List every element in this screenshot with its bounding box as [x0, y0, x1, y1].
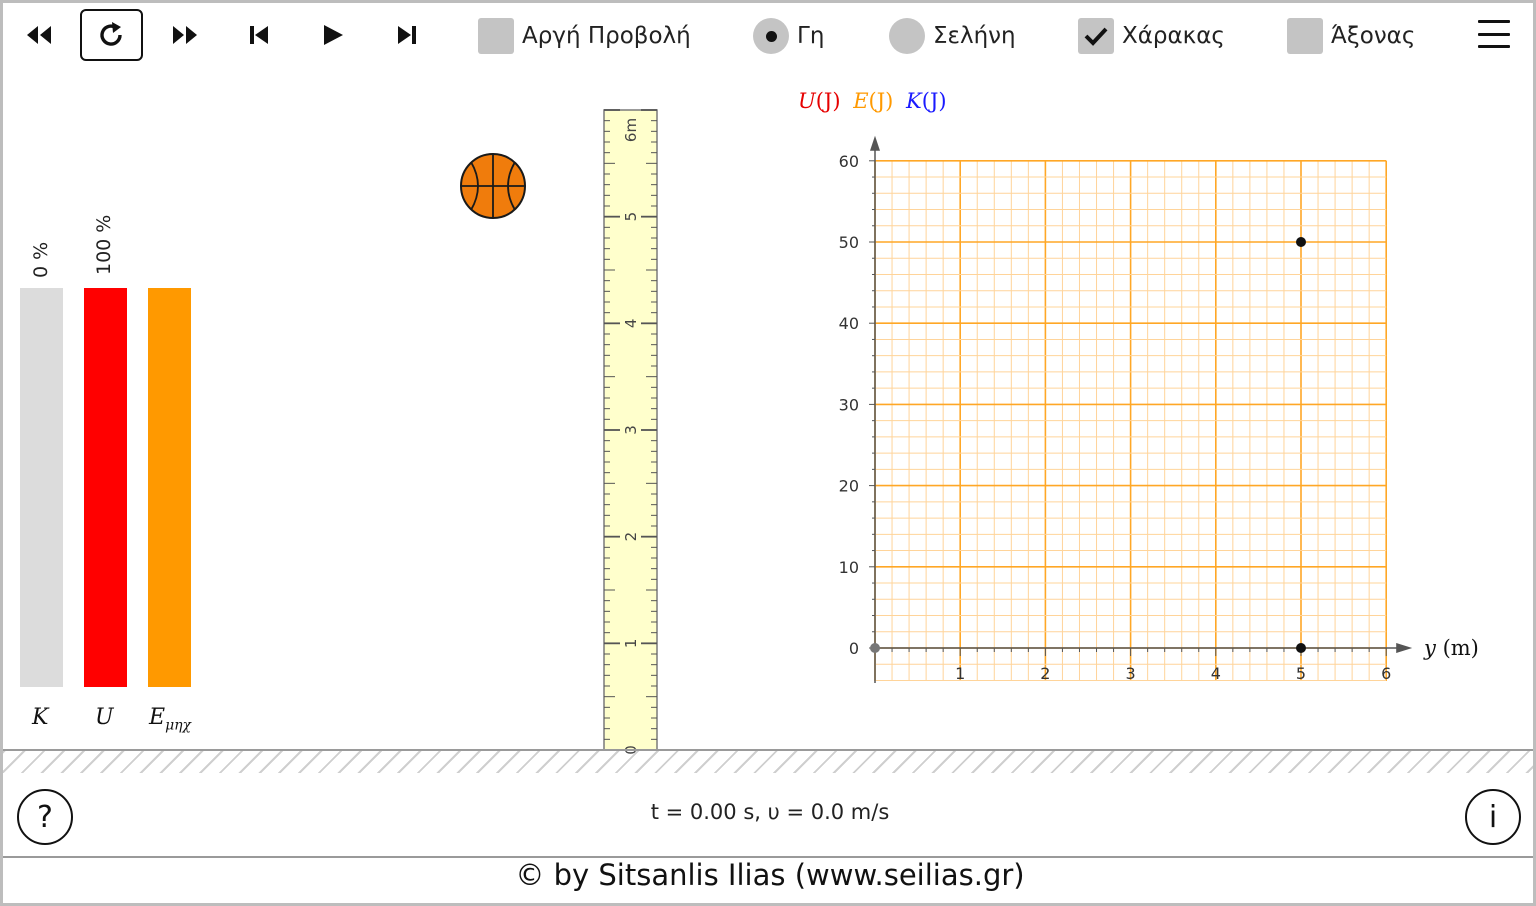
fast-forward-button[interactable]: [154, 10, 216, 60]
legend-k: K(J): [906, 89, 947, 113]
data-point: [1296, 643, 1306, 653]
moon-label: Σελήνη: [933, 23, 1016, 49]
mechanical-energy-bar: [148, 288, 191, 687]
x-axis-label: y (m): [1423, 636, 1479, 660]
rewind-button[interactable]: [8, 10, 70, 60]
kinetic-energy-bar: [20, 288, 63, 687]
y-axis-arrow-icon: [870, 135, 880, 151]
chart-legend: U(J) E(J) K(J): [798, 89, 947, 113]
rewind-icon: [27, 26, 51, 44]
moon-radio-circle: [889, 18, 925, 54]
ruler-label: Χάρακας: [1122, 23, 1225, 49]
potential-percent: 100 %: [93, 214, 115, 275]
x-tick-label: 2: [1040, 664, 1050, 683]
status-readout: t = 0.00 s, υ = 0.0 m/s: [650, 800, 890, 824]
basketball-icon[interactable]: [459, 152, 527, 220]
earth-radio-circle: [753, 18, 789, 54]
y-tick-label: 0: [849, 639, 859, 658]
y-tick-label: 10: [839, 558, 859, 577]
y-tick-label: 30: [839, 395, 859, 414]
moon-radio[interactable]: Σελήνη: [889, 17, 1016, 55]
x-tick-label: 3: [1126, 664, 1136, 683]
step-forward-icon: [398, 26, 416, 44]
potential-energy-bar: [84, 288, 127, 687]
y-tick-label: 50: [839, 233, 859, 252]
kinetic-label: K: [32, 705, 49, 730]
ruler-tick-label: 3: [622, 425, 640, 435]
ruler[interactable]: 0123456m: [600, 96, 662, 756]
step-forward-button[interactable]: [376, 10, 438, 60]
legend-e: E(J): [853, 89, 894, 113]
restart-button[interactable]: [80, 9, 143, 61]
x-tick-label: 4: [1211, 664, 1221, 683]
potential-label: U: [95, 705, 114, 730]
y-tick-label: 60: [839, 152, 859, 171]
help-button[interactable]: ?: [17, 789, 73, 845]
ground-hatch: [3, 751, 1533, 773]
slow-motion-label: Αργή Προβολή: [522, 23, 691, 49]
legend-u: U(J): [798, 89, 841, 113]
x-tick-label: 6: [1381, 664, 1391, 683]
earth-radio[interactable]: Γη: [753, 17, 824, 55]
x-axis-arrow-icon: [1396, 643, 1413, 653]
axes-box: [1287, 18, 1323, 54]
copyright: © by Sitsanlis Ilias (www.seilias.gr): [515, 858, 1025, 892]
ruler-checkbox[interactable]: Χάρακας: [1078, 17, 1225, 55]
fast-forward-icon: [173, 26, 197, 44]
checkmark-icon: [1084, 27, 1108, 46]
restart-icon: [99, 22, 122, 46]
axes-label: Άξονας: [1331, 23, 1416, 49]
data-point: [1296, 237, 1306, 247]
hamburger-menu-icon[interactable]: [1474, 14, 1514, 54]
mechanical-label: Eμηχ: [149, 705, 192, 734]
slow-motion-checkbox[interactable]: Αργή Προβολή: [478, 17, 691, 55]
ruler-tick-label: 1: [622, 639, 640, 649]
earth-label: Γη: [797, 23, 825, 49]
ruler-tick-label: 5: [622, 212, 640, 222]
ruler-tick-label: 4: [622, 319, 640, 329]
ruler-tick-label: 2: [622, 532, 640, 542]
play-icon: [324, 25, 343, 45]
ruler-tick-label: 6m: [622, 118, 640, 142]
y-tick-label: 20: [839, 477, 859, 496]
energy-chart: 0 10 20 30 40 50 60 1 2 3 4 5 6 y (m): [839, 135, 1479, 683]
step-back-icon: [250, 26, 268, 44]
kinetic-percent: 0 %: [30, 241, 52, 278]
step-back-button[interactable]: [228, 10, 290, 60]
x-tick-label: 5: [1296, 664, 1306, 683]
x-tick-label: 1: [955, 664, 965, 683]
play-button[interactable]: [302, 10, 364, 60]
ruler-box: [1078, 18, 1114, 54]
slow-motion-box: [478, 18, 514, 54]
axes-checkbox[interactable]: Άξονας: [1287, 17, 1415, 55]
info-button[interactable]: i: [1465, 789, 1521, 845]
y-tick-label: 40: [839, 314, 859, 333]
origin-marker: [870, 643, 880, 653]
